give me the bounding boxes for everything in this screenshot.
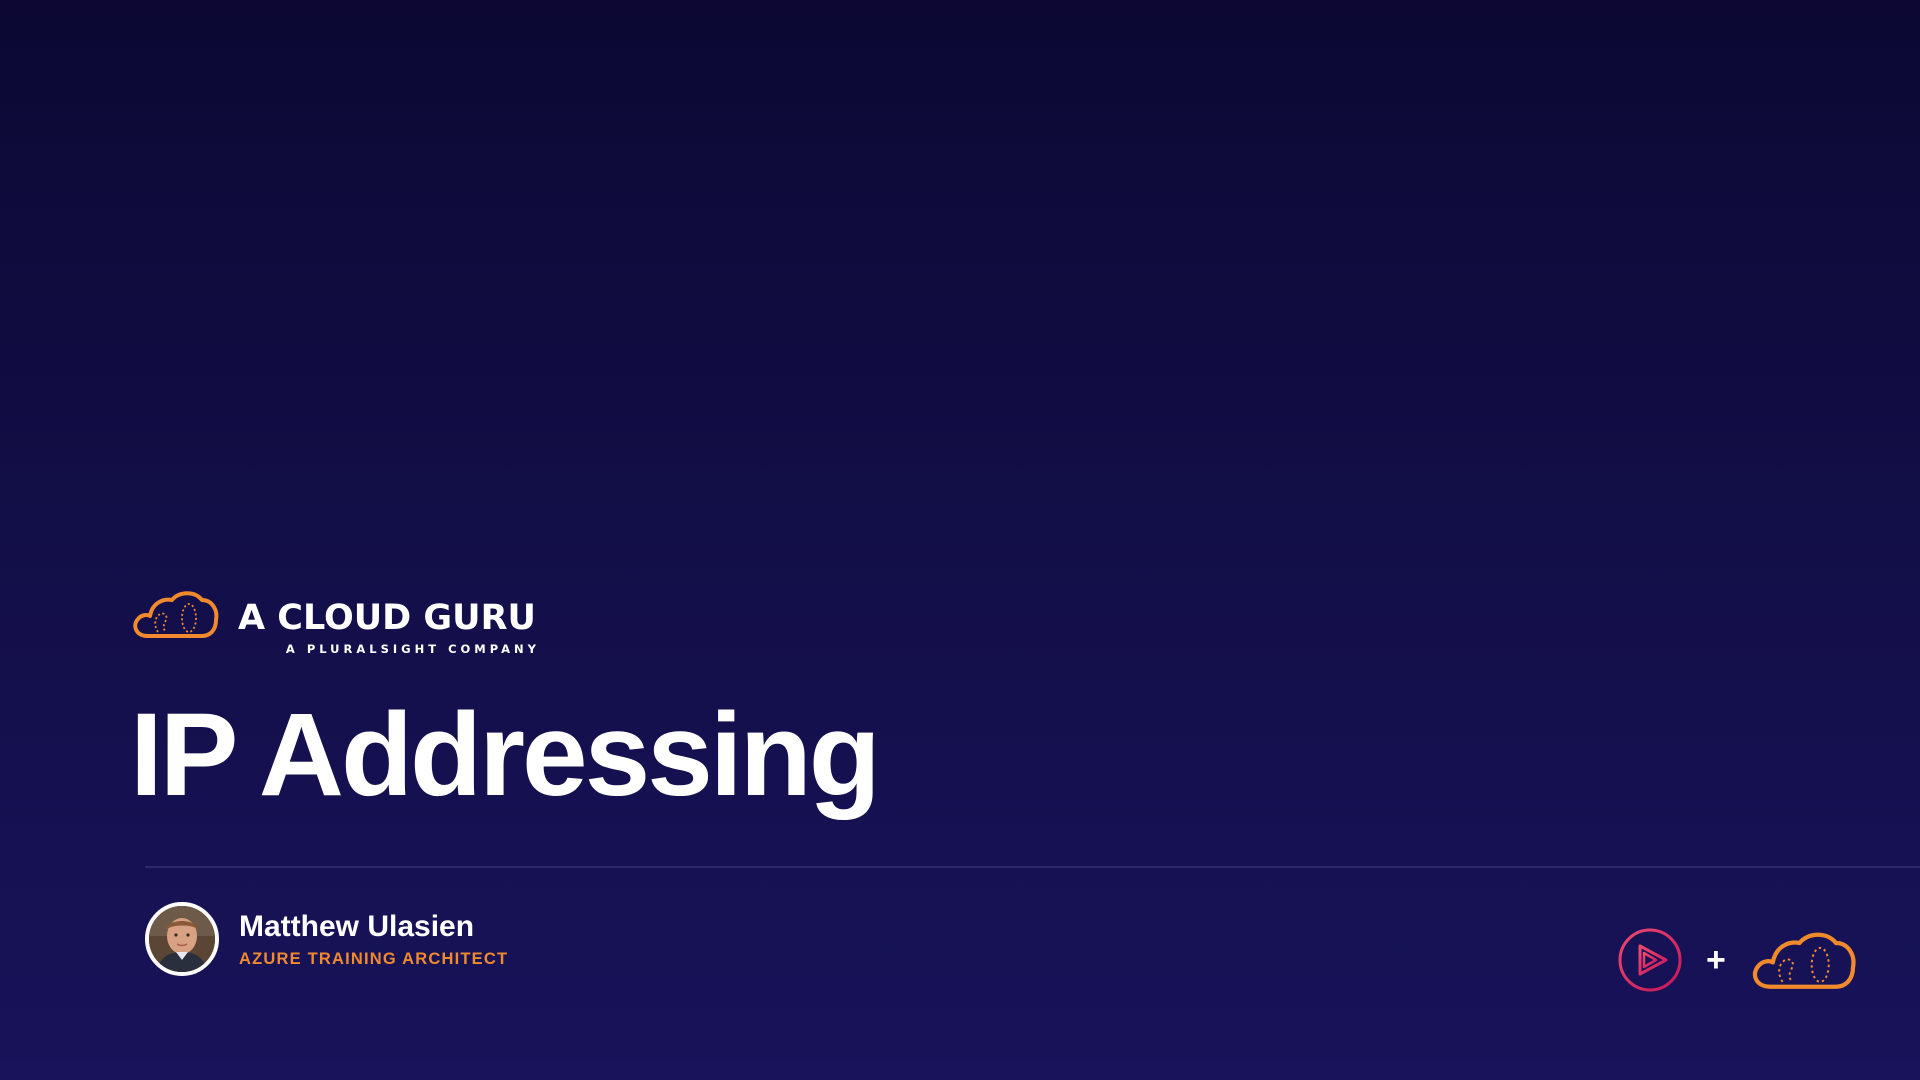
footer-logos: + bbox=[1616, 926, 1858, 994]
cloud-logo-icon bbox=[133, 591, 219, 638]
plus-sign: + bbox=[1706, 941, 1726, 979]
brand-text: A CLOUD GURU A PLURALSIGHT COMPANY bbox=[238, 586, 536, 656]
avatar-photo-icon bbox=[149, 906, 215, 972]
brand-header: A CLOUD GURU A PLURALSIGHT COMPANY bbox=[128, 586, 536, 656]
presenter-block: Matthew Ulasien AZURE TRAINING ARCHITECT bbox=[145, 902, 508, 976]
pluralsight-play-icon bbox=[1618, 928, 1682, 992]
brand-name: A CLOUD GURU bbox=[238, 598, 536, 638]
cloud-logo-icon bbox=[1752, 932, 1856, 989]
presenter-name: Matthew Ulasien bbox=[239, 909, 475, 943]
brand-subtitle: A PLURALSIGHT COMPANY bbox=[285, 642, 540, 656]
divider-line bbox=[145, 866, 1920, 868]
presenter-text: Matthew Ulasien AZURE TRAINING ARCHITECT bbox=[239, 910, 508, 969]
slide-title: IP Addressing bbox=[130, 689, 881, 821]
presenter-role: AZURE TRAINING ARCHITECT bbox=[239, 949, 509, 968]
presenter-avatar bbox=[145, 902, 219, 976]
